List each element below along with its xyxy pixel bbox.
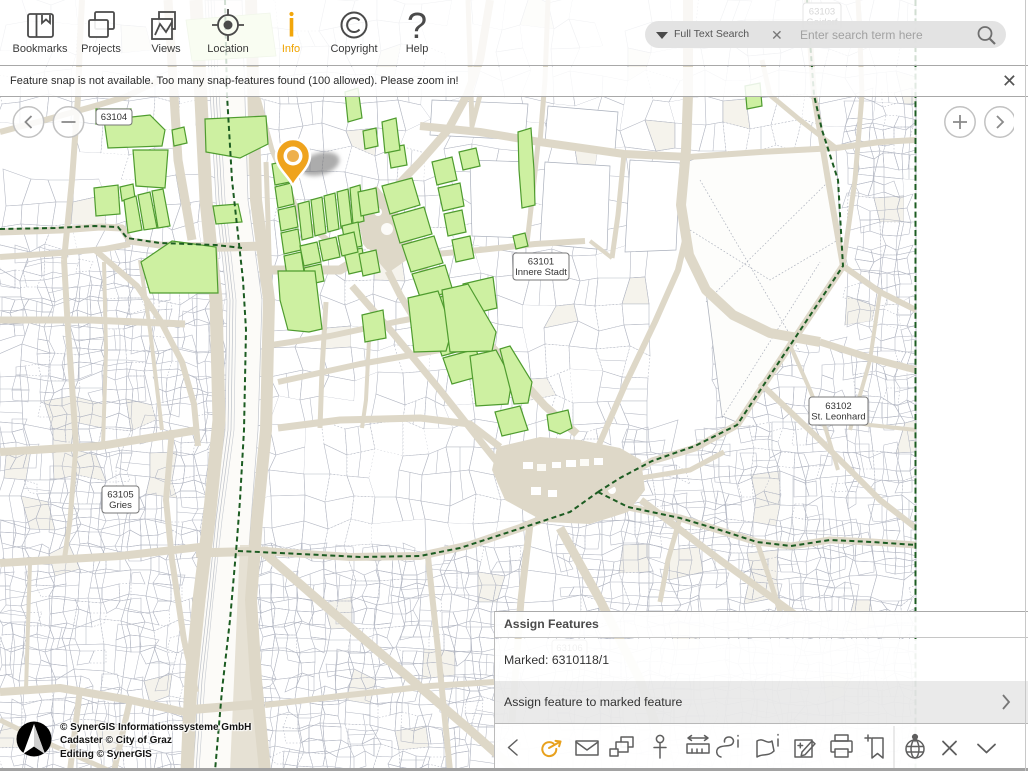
svg-text:63105: 63105: [107, 489, 133, 500]
svg-text:?: ?: [407, 5, 427, 46]
svg-text:St. Leonhard: St. Leonhard: [811, 411, 865, 422]
svg-text:Innere Stadt: Innere Stadt: [515, 267, 567, 278]
svg-text:63101: 63101: [528, 256, 554, 267]
svg-text:63104: 63104: [101, 112, 127, 123]
svg-text:Gries: Gries: [109, 500, 132, 511]
svg-text:63102: 63102: [825, 401, 851, 412]
